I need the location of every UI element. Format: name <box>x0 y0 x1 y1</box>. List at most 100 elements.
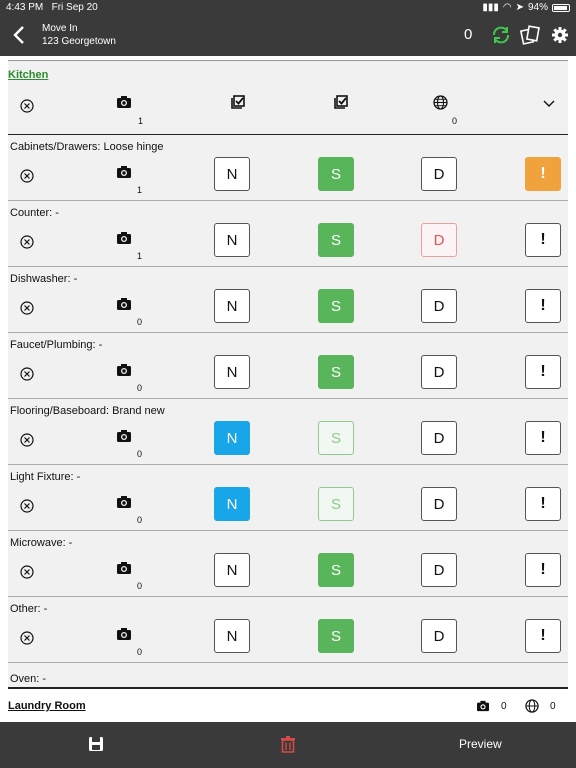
clear-circle-icon[interactable] <box>20 99 34 113</box>
clear-circle-icon[interactable] <box>20 565 34 579</box>
back-chevron-icon[interactable] <box>10 24 30 46</box>
photo-count: 0 <box>137 317 143 327</box>
photo-count: 0 <box>137 581 143 591</box>
section-title-kitchen[interactable]: Kitchen <box>8 69 48 81</box>
camera-icon[interactable] <box>116 429 132 443</box>
photo-count: 0 <box>137 383 143 393</box>
rating-d-button[interactable]: D <box>421 355 457 389</box>
section-row-laundry: Laundry Room 0 0 <box>0 692 576 722</box>
laundry-photo-count: 0 <box>501 701 507 712</box>
flag-button[interactable]: ! <box>525 289 561 323</box>
rating-s-button[interactable]: S <box>318 223 354 257</box>
flag-button[interactable]: ! <box>525 619 561 653</box>
rating-s-button[interactable]: S <box>318 487 354 521</box>
main-content: Kitchen 1 0 Cabinets/Drawers: Loose hing… <box>0 56 576 722</box>
signal-icon: ▮▮▮ <box>482 2 499 13</box>
camera-icon[interactable] <box>116 95 132 109</box>
inspection-item-row: Dishwasher: - 0 N S D ! <box>8 267 568 333</box>
photo-count: 0 <box>137 647 143 657</box>
item-label: Light Fixture: - <box>10 471 81 483</box>
globe-icon[interactable] <box>433 95 448 110</box>
save-icon[interactable] <box>88 736 104 752</box>
inspection-item-row: Microwave: - 0 N S D ! <box>8 531 568 597</box>
flag-button[interactable]: ! <box>525 553 561 587</box>
clear-circle-icon[interactable] <box>20 169 34 183</box>
laundry-globe-count: 0 <box>550 701 556 712</box>
clear-circle-icon[interactable] <box>20 367 34 381</box>
camera-icon[interactable] <box>476 700 490 712</box>
rating-s-button[interactable]: S <box>318 421 354 455</box>
status-right: ▮▮▮ ◠ ➤ 94% <box>482 2 570 13</box>
rating-n-button[interactable]: N <box>214 223 250 257</box>
item-label: Microwave: - <box>10 537 73 549</box>
rating-n-button[interactable]: N <box>214 355 250 389</box>
flag-button[interactable]: ! <box>525 223 561 257</box>
pages-icon[interactable] <box>519 25 540 45</box>
nav-titles: Move In 123 Georgetown <box>42 22 116 48</box>
location-icon: ➤ <box>515 2 524 13</box>
rating-d-button[interactable]: D <box>421 487 457 521</box>
rating-s-button[interactable]: S <box>318 289 354 323</box>
flag-button[interactable]: ! <box>525 487 561 521</box>
item-label: Oven: - <box>10 673 47 685</box>
rating-s-button[interactable]: S <box>318 157 354 191</box>
rating-n-button[interactable]: N <box>214 487 250 521</box>
rating-s-button[interactable]: S <box>318 355 354 389</box>
camera-icon[interactable] <box>116 495 132 509</box>
rating-s-button[interactable]: S <box>318 619 354 653</box>
trash-icon[interactable] <box>280 735 296 753</box>
inspection-item-row: Other: - 0 N S D ! <box>8 597 568 663</box>
gear-icon[interactable] <box>551 26 569 44</box>
item-label: Cabinets/Drawers: Loose hinge <box>10 141 164 153</box>
nav-count: 0 <box>464 26 473 43</box>
rating-n-button[interactable]: N <box>214 553 250 587</box>
rating-d-button[interactable]: D <box>421 289 457 323</box>
rating-d-button[interactable]: D <box>421 157 457 191</box>
bottom-toolbar: Preview <box>0 722 576 768</box>
nav-title: Move In <box>42 23 78 34</box>
camera-icon[interactable] <box>116 627 132 641</box>
camera-icon[interactable] <box>116 231 132 245</box>
clear-circle-icon[interactable] <box>20 301 34 315</box>
globe-icon[interactable] <box>525 699 539 713</box>
flag-button[interactable]: ! <box>525 355 561 389</box>
inspection-item-row: Light Fixture: - 0 N S D ! <box>8 465 568 531</box>
rating-n-button[interactable]: N <box>214 421 250 455</box>
clear-circle-icon[interactable] <box>20 631 34 645</box>
battery-percent: 94% <box>527 2 548 13</box>
rating-d-button[interactable]: D <box>421 223 457 257</box>
inspection-item-row: Cabinets/Drawers: Loose hinge 1 N S D ! <box>8 135 568 201</box>
section-photo-count: 1 <box>138 116 144 126</box>
camera-icon[interactable] <box>116 297 132 311</box>
rating-d-button[interactable]: D <box>421 421 457 455</box>
section-title-laundry[interactable]: Laundry Room <box>8 700 86 712</box>
rating-n-button[interactable]: N <box>214 619 250 653</box>
rating-d-button[interactable]: D <box>421 553 457 587</box>
rating-n-button[interactable]: N <box>214 157 250 191</box>
inspection-item-row: Oven: - <box>8 667 568 689</box>
clear-circle-icon[interactable] <box>20 235 34 249</box>
clear-circle-icon[interactable] <box>20 499 34 513</box>
item-label: Faucet/Plumbing: - <box>10 339 103 351</box>
photo-count: 1 <box>137 251 143 261</box>
rating-s-button[interactable]: S <box>318 553 354 587</box>
camera-icon[interactable] <box>116 363 132 377</box>
checkbox-icon[interactable] <box>333 94 349 110</box>
battery-icon <box>552 3 570 12</box>
checkbox-icon[interactable] <box>230 94 246 110</box>
chevron-down-icon[interactable] <box>542 99 556 109</box>
inspection-item-row: Counter: - 1 N S D ! <box>8 201 568 267</box>
flag-button[interactable]: ! <box>525 421 561 455</box>
sync-icon[interactable] <box>490 24 512 46</box>
camera-icon[interactable] <box>116 561 132 575</box>
camera-icon[interactable] <box>116 165 132 179</box>
item-label: Other: - <box>10 603 48 615</box>
item-label: Flooring/Baseboard: Brand new <box>10 405 165 417</box>
preview-button[interactable]: Preview <box>459 737 502 751</box>
rating-d-button[interactable]: D <box>421 619 457 653</box>
flag-button[interactable]: ! <box>525 157 561 191</box>
clear-circle-icon[interactable] <box>20 433 34 447</box>
item-label: Dishwasher: - <box>10 273 78 285</box>
section-header-row: 1 0 <box>8 85 568 135</box>
rating-n-button[interactable]: N <box>214 289 250 323</box>
